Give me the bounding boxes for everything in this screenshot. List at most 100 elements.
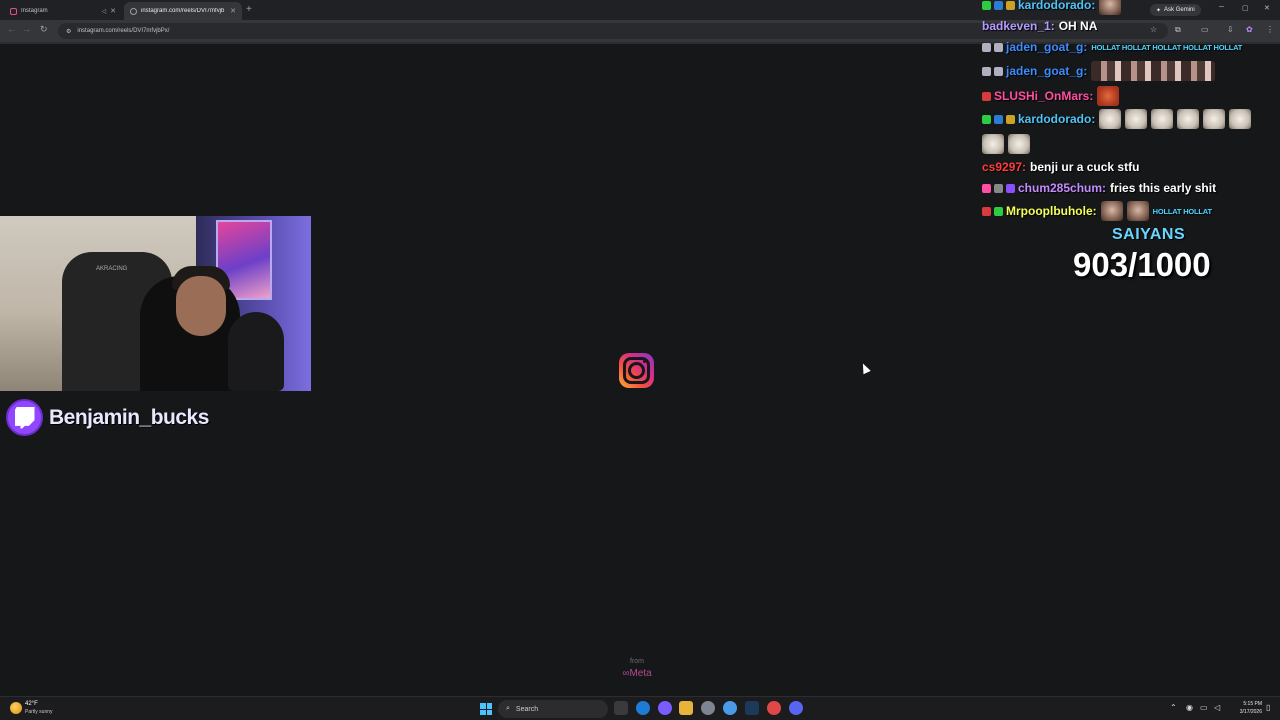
chat-message: jaden_goat_g: HOLLAT HOLLAT HOLLAT HOLLAT…: [982, 40, 1242, 54]
tab-title: Instagram: [21, 8, 48, 14]
goal-counter: 903/1000: [1073, 246, 1211, 283]
chat-badge-icon: [1006, 0, 1015, 10]
chat-emote-icon: [1229, 109, 1252, 129]
close-tab-icon[interactable]: ✕: [110, 7, 116, 15]
chat-emote-icon: [1203, 109, 1226, 129]
clock-time: 5:15 PM: [1243, 701, 1262, 707]
volume-icon[interactable]: ◁: [1214, 703, 1220, 712]
taskbar-search[interactable]: ⌕ Search: [498, 700, 608, 718]
chrome-icon[interactable]: [723, 701, 737, 715]
weather-description: Partly sunny: [25, 709, 53, 715]
goal-label: SAIYANS: [1112, 226, 1186, 243]
copilot-icon[interactable]: [658, 701, 672, 715]
chat-emote-text: HOLLAT HOLLAT HOLLAT HOLLAT HOLLAT: [1091, 42, 1243, 52]
location-icon[interactable]: ◉: [1186, 703, 1193, 712]
bookmark-star-icon[interactable]: ☆: [1150, 25, 1157, 34]
cast-icon[interactable]: ▭: [1201, 25, 1209, 34]
chat-emote-icon: [1126, 201, 1149, 221]
from-label: from: [630, 658, 644, 665]
tab-title: instagram.com/reels/DVI7mfvjb: [141, 8, 225, 14]
globe-favicon-icon: [130, 7, 137, 15]
chat-emote-text: HOLLAT HOLLAT: [1152, 206, 1212, 216]
chat-message: badkeven_1: OH NA: [982, 19, 1097, 33]
chat-message: Mrpooplbuhole: HOLLAT HOLLAT: [982, 201, 1212, 221]
ask-gemini-button[interactable]: ✦ Ask Gemini: [1150, 4, 1201, 16]
back-icon[interactable]: ←: [7, 24, 16, 34]
network-icon[interactable]: ▭: [1200, 703, 1208, 712]
chat-badge-icon: [982, 66, 991, 76]
close-tab-icon[interactable]: ✕: [230, 7, 236, 15]
gemini-sparkle-icon: ✦: [1156, 7, 1162, 14]
chat-message: kardodorado:: [982, 0, 1123, 15]
chat-badge-icon: [1006, 183, 1015, 193]
profile-icon[interactable]: ✿: [1246, 25, 1253, 34]
chat-emote-icon: [1151, 109, 1174, 129]
chat-emote-icon: [1125, 109, 1148, 129]
chat-username[interactable]: kardodorado:: [1018, 0, 1095, 12]
chat-badge-icon: [982, 114, 991, 124]
chat-username[interactable]: kardodorado:: [1018, 112, 1095, 126]
chat-badge-icon: [994, 183, 1003, 193]
steam-icon[interactable]: [745, 701, 759, 715]
chat-badge-icon: [994, 66, 1003, 76]
chat-emote-icon: [982, 134, 1004, 154]
tray-chevron-icon[interactable]: ⌃: [1170, 703, 1177, 712]
chat-badge-icon: [982, 42, 991, 52]
site-info-icon[interactable]: ⚙: [66, 28, 71, 35]
chat-emote-icon: [1091, 61, 1216, 81]
clock[interactable]: 5:15 PM 3/17/2026: [1232, 700, 1262, 716]
discord-icon[interactable]: [789, 701, 803, 715]
start-button[interactable]: [480, 703, 492, 715]
speaker-icon[interactable]: ◁: [102, 8, 107, 15]
meta-logo: ∞Meta: [622, 668, 652, 679]
chat-username[interactable]: Mrpooplbuhole:: [1006, 204, 1097, 218]
extensions-icon[interactable]: ⧉: [1175, 25, 1181, 35]
chat-username[interactable]: cs9297:: [982, 160, 1026, 174]
menu-icon[interactable]: ⋮: [1266, 25, 1274, 34]
chat-message: jaden_goat_g:: [982, 61, 1217, 81]
chat-username[interactable]: badkeven_1:: [982, 19, 1055, 33]
weather-icon[interactable]: [10, 702, 22, 714]
chat-badge-icon: [982, 91, 991, 101]
reload-icon[interactable]: ↻: [40, 24, 48, 35]
chat-username[interactable]: jaden_goat_g:: [1006, 64, 1087, 78]
tab-instagram[interactable]: Instagram ◁ ✕: [4, 2, 122, 20]
search-icon: ⌕: [506, 705, 510, 712]
chat-message: [982, 134, 1032, 154]
forward-icon[interactable]: →: [22, 24, 31, 34]
webcam-overlay: AKRACING: [0, 216, 311, 391]
maximize-icon[interactable]: ▢: [1242, 4, 1249, 12]
instagram-logo-icon: [619, 353, 654, 388]
settings-icon[interactable]: [701, 701, 715, 715]
task-view-icon[interactable]: [614, 701, 628, 715]
notification-icon[interactable]: ▯: [1266, 703, 1270, 712]
chat-text: OH NA: [1058, 19, 1098, 33]
chat-username[interactable]: jaden_goat_g:: [1006, 40, 1087, 54]
chat-text: fries this early shit: [1110, 181, 1217, 195]
minimize-icon[interactable]: ─: [1219, 4, 1224, 11]
chat-text: benji ur a cuck stfu: [1030, 160, 1140, 174]
chat-badge-icon: [982, 206, 991, 216]
chat-badge-icon: [1006, 114, 1015, 124]
file-explorer-icon[interactable]: [679, 701, 693, 715]
chat-username[interactable]: chum285chum:: [1018, 181, 1106, 195]
close-window-icon[interactable]: ✕: [1264, 4, 1270, 12]
chat-emote-icon: [1099, 109, 1122, 129]
chat-badge-icon: [982, 183, 991, 193]
ask-gemini-label: Ask Gemini: [1164, 7, 1195, 13]
tab-instagram-reel[interactable]: instagram.com/reels/DVI7mfvjb ✕: [124, 2, 242, 20]
chat-emote-icon: [1177, 109, 1200, 129]
downloads-icon[interactable]: ⇩: [1227, 25, 1234, 34]
chat-username[interactable]: SLUSHi_OnMars:: [994, 89, 1093, 103]
chat-emote-icon: [1099, 0, 1122, 15]
obs-icon[interactable]: [767, 701, 781, 715]
chat-emote-icon: [1100, 201, 1123, 221]
chat-message: kardodorado:: [982, 109, 1253, 129]
new-tab-icon[interactable]: +: [246, 4, 252, 15]
edge-icon[interactable]: [636, 701, 650, 715]
weather-temperature: 42°F: [25, 701, 38, 707]
screen: Instagram ◁ ✕ instagram.com/reels/DVI7mf…: [0, 0, 1280, 720]
windows-taskbar: 42°F Partly sunny ⌕ Search ⌃ ◉ ▭ ◁ 5:15 …: [0, 696, 1280, 720]
clock-date: 3/17/2026: [1239, 709, 1262, 715]
chair-logo: AKRACING: [96, 266, 128, 272]
